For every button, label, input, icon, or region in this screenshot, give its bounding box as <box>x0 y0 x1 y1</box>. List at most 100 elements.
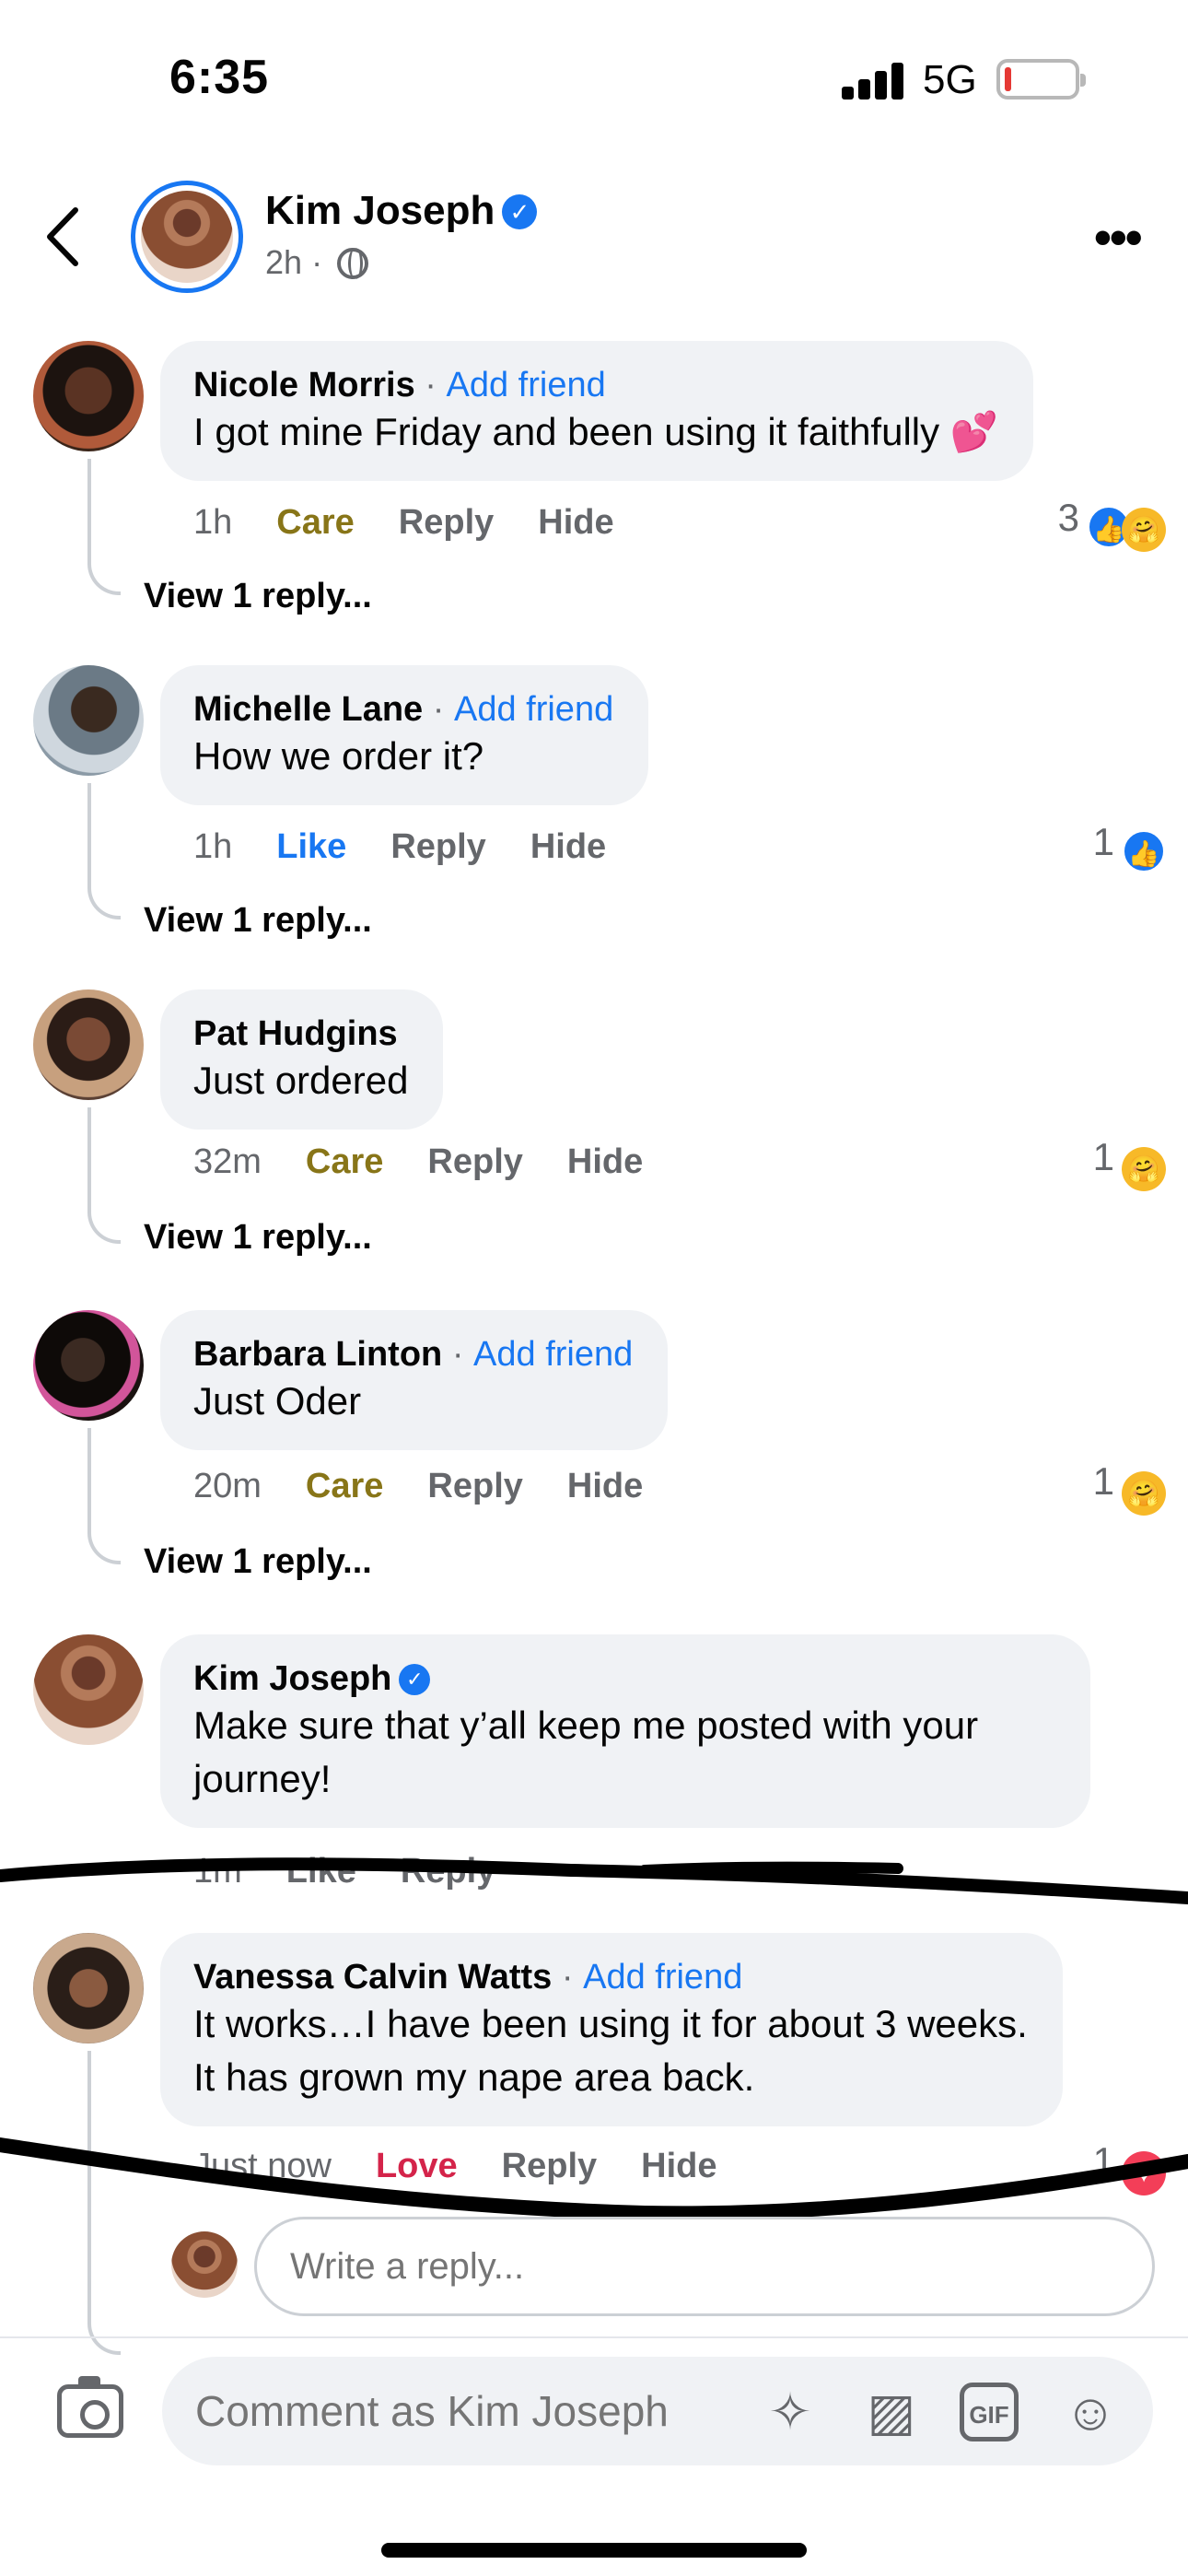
comment-author: Kim Joseph ✓ <box>193 1658 1055 1699</box>
comment-text: I got mine Friday and been using it fait… <box>193 410 999 453</box>
avatar[interactable] <box>33 1933 144 2043</box>
reaction-summary[interactable]: 3 👍 🤗 <box>1058 496 1166 552</box>
comment-time: 1h <box>193 827 233 866</box>
globe-icon <box>337 248 369 279</box>
reply-button[interactable]: Reply <box>401 1852 495 1891</box>
camera-icon[interactable] <box>57 2376 123 2438</box>
thread-line <box>87 2051 121 2355</box>
signal-icon <box>842 61 906 100</box>
thread-line <box>87 1107 121 1244</box>
comment-bubble[interactable]: Michelle Lane · Add friend How we order … <box>160 665 649 805</box>
comment-text: It works…I have been using it for about … <box>193 2002 1028 2045</box>
reply-button[interactable]: Reply <box>502 2147 597 2185</box>
comment-author: Barbara Linton · Add friend <box>193 1335 634 1374</box>
reply-input[interactable] <box>254 2217 1155 2316</box>
add-friend-link[interactable]: Add friend <box>454 690 613 729</box>
comment-text: It has grown my nape area back. <box>193 2055 755 2099</box>
comment-text: How we order it? <box>193 734 484 778</box>
photo-icon[interactable]: ▨ <box>858 2379 925 2445</box>
hide-button[interactable]: Hide <box>567 1467 643 1505</box>
reply-button[interactable]: Reply <box>427 1467 522 1505</box>
reaction-button[interactable]: Like <box>286 1852 356 1891</box>
comment-text: journey! <box>193 1757 332 1800</box>
more-options-button[interactable]: ••• <box>1094 213 1143 263</box>
comment-actions: 1m Like Reply <box>193 1852 540 1891</box>
view-replies-link[interactable]: View 1 reply... <box>144 1218 372 1258</box>
reaction-summary[interactable]: 1 👍 <box>1093 820 1166 873</box>
comment-time: 32m <box>193 1142 262 1181</box>
reaction-button[interactable]: Care <box>306 1142 384 1181</box>
comment-author: Nicole Morris · Add friend <box>193 366 606 404</box>
back-icon[interactable] <box>41 205 87 269</box>
post-author-avatar[interactable] <box>131 181 243 293</box>
comment-author: Pat Hudgins <box>193 1014 398 1053</box>
avatar[interactable] <box>33 989 144 1100</box>
reply-avatar <box>171 2231 238 2298</box>
comment-author: Michelle Lane · Add friend <box>193 690 614 729</box>
thread-line <box>87 459 121 595</box>
verified-icon: ✓ <box>399 1664 431 1695</box>
comment-text: Make sure that y’all keep me posted with… <box>193 1704 979 1747</box>
care-reaction-icon: 🤗 <box>1122 508 1166 552</box>
avatar-sticker-icon[interactable]: ✧ <box>757 2379 823 2445</box>
reaction-button[interactable]: Care <box>276 503 355 542</box>
comment-bubble[interactable]: Kim Joseph ✓ Make sure that y’all keep me… <box>160 1634 1090 1828</box>
status-time: 6:35 <box>169 51 270 104</box>
reaction-summary[interactable]: 1 ♥ <box>1093 2139 1166 2195</box>
network-label: 5G <box>923 57 977 102</box>
avatar[interactable] <box>33 1310 144 1421</box>
reply-button[interactable]: Reply <box>427 1142 522 1181</box>
composer-divider <box>0 2336 1188 2338</box>
avatar[interactable] <box>33 665 144 776</box>
comment-text: Just Oder <box>193 1379 362 1423</box>
post-meta: 2h · <box>265 243 369 282</box>
like-reaction-icon: 👍 <box>1122 829 1166 873</box>
comment-actions: 1h Like Reply Hide <box>193 827 650 867</box>
hide-button[interactable]: Hide <box>530 827 606 866</box>
avatar[interactable] <box>33 1634 144 1745</box>
thread-line <box>87 1428 121 1564</box>
hide-button[interactable]: Hide <box>641 2147 716 2185</box>
comment-bubble[interactable]: Nicole Morris · Add friend I got mine Fr… <box>160 341 1034 481</box>
reaction-summary[interactable]: 1 🤗 <box>1093 1459 1166 1516</box>
reaction-button[interactable]: Like <box>276 827 346 866</box>
comment-bubble[interactable]: Barbara Linton · Add friend Just Oder <box>160 1310 669 1450</box>
care-reaction-icon: 🤗 <box>1122 1471 1166 1516</box>
comment-author: Vanessa Calvin Watts · Add friend <box>193 1958 743 1996</box>
scribble-top <box>0 1857 1188 1904</box>
thread-line <box>87 783 121 919</box>
view-replies-link[interactable]: View 1 reply... <box>144 577 372 616</box>
reply-button[interactable]: Reply <box>399 503 494 542</box>
comment-actions: 20m Care Reply Hide <box>193 1467 687 1506</box>
comment-time: 1m <box>193 1852 242 1891</box>
reaction-summary[interactable]: 1 🤗 <box>1093 1135 1166 1191</box>
comment-actions: 32m Care Reply Hide <box>193 1142 687 1182</box>
comment-time: Just now <box>193 2147 332 2185</box>
comment-time: 20m <box>193 1467 262 1505</box>
comment-actions: 1h Care Reply Hide <box>193 503 658 543</box>
reaction-button[interactable]: Care <box>306 1467 384 1505</box>
add-friend-link[interactable]: Add friend <box>447 366 606 404</box>
reaction-button[interactable]: Love <box>376 2147 458 2185</box>
love-reaction-icon: ♥ <box>1122 2151 1166 2195</box>
home-indicator <box>381 2543 807 2558</box>
emoji-icon[interactable]: ☺ <box>1057 2379 1124 2445</box>
reply-button[interactable]: Reply <box>390 827 485 866</box>
hide-button[interactable]: Hide <box>538 503 613 542</box>
add-friend-link[interactable]: Add friend <box>473 1335 633 1374</box>
post-author-name[interactable]: Kim Joseph ✓ <box>265 188 538 234</box>
comment-text: Just ordered <box>193 1059 409 1102</box>
comment-bubble[interactable]: Vanessa Calvin Watts · Add friend It wor… <box>160 1933 1063 2126</box>
gif-icon[interactable]: GIF <box>960 2383 1019 2441</box>
comment-actions: Just now Love Reply Hide <box>193 2147 762 2186</box>
verified-icon: ✓ <box>502 194 538 229</box>
comment-time: 1h <box>193 503 233 542</box>
avatar[interactable] <box>33 341 144 451</box>
care-reaction-icon: 🤗 <box>1122 1147 1166 1191</box>
battery-icon <box>996 59 1086 100</box>
view-replies-link[interactable]: View 1 reply... <box>144 901 372 941</box>
add-friend-link[interactable]: Add friend <box>583 1958 742 1996</box>
view-replies-link[interactable]: View 1 reply... <box>144 1542 372 1582</box>
hide-button[interactable]: Hide <box>567 1142 643 1181</box>
comment-bubble[interactable]: Pat Hudgins Just ordered <box>160 989 444 1130</box>
